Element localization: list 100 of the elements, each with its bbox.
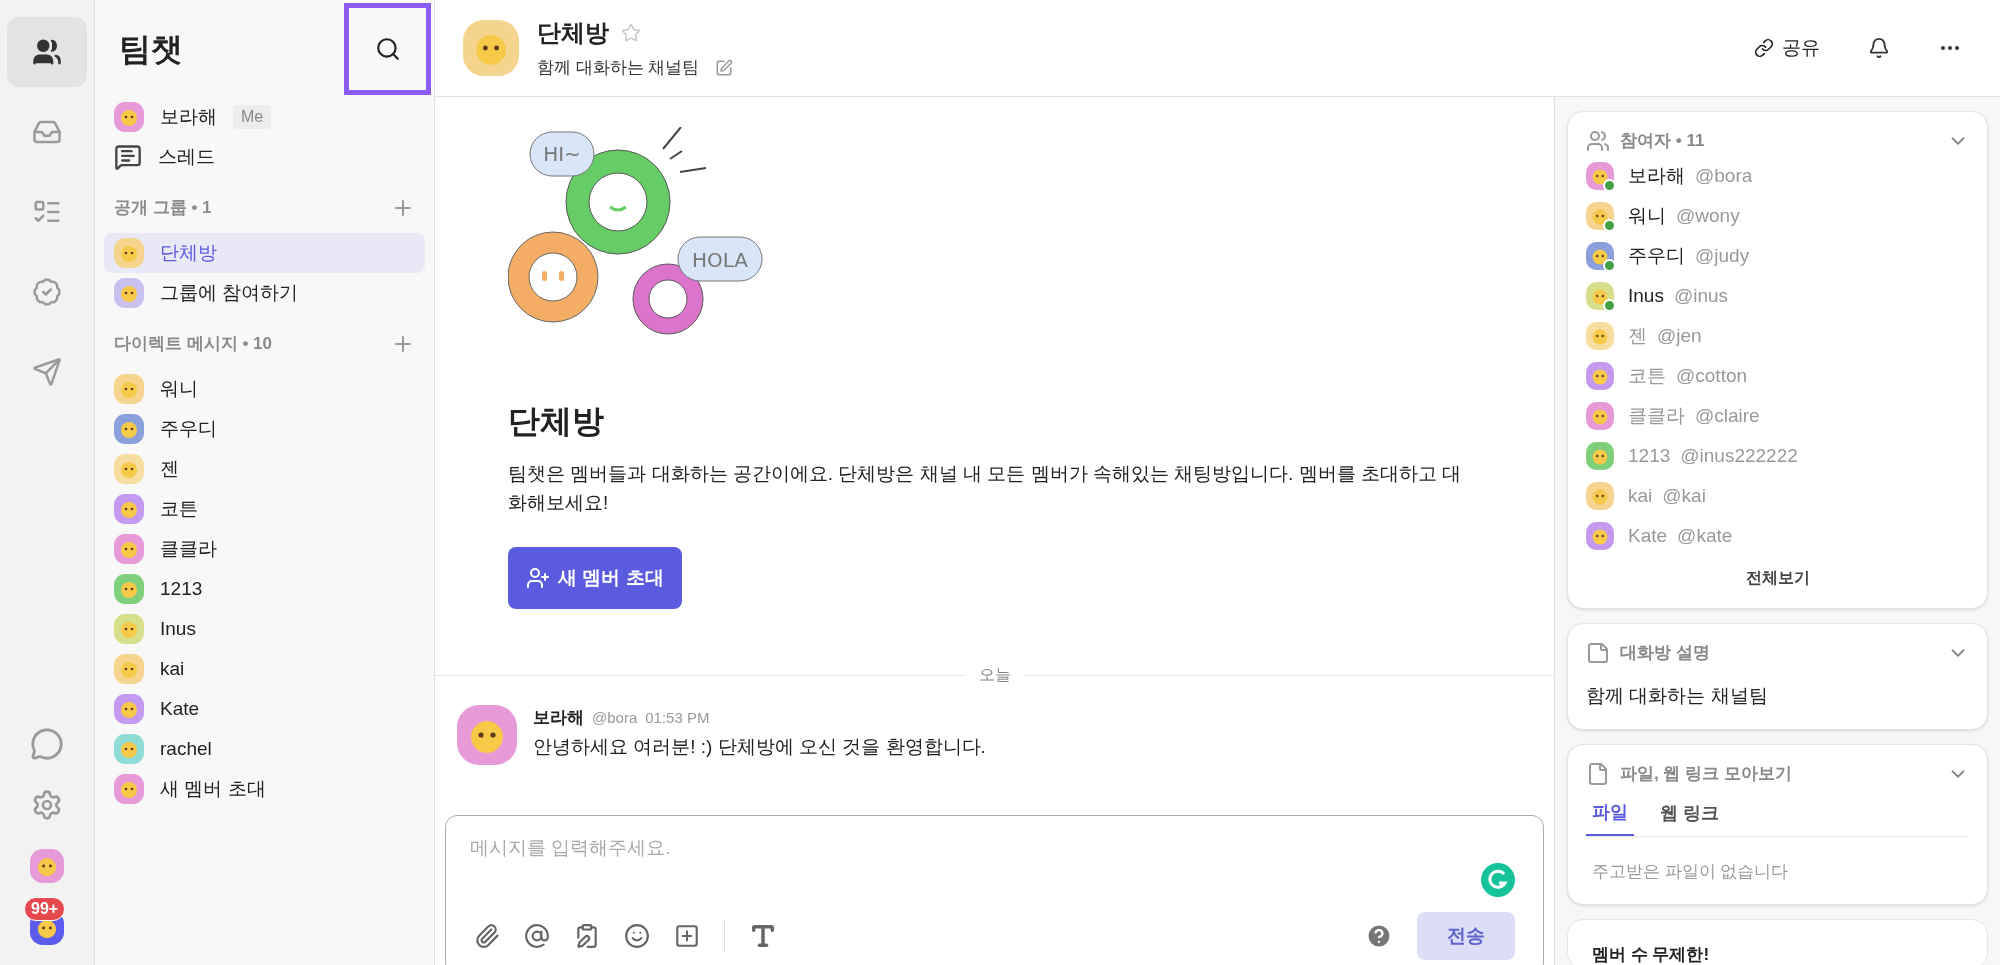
participant-name: 워니: [1628, 203, 1666, 228]
channel-name: 1213: [160, 576, 203, 601]
participant-name: 주우디: [1628, 243, 1685, 268]
me-tag: Me: [233, 105, 272, 129]
channel-item[interactable]: 젠: [104, 449, 425, 489]
channel-title: 단체방: [537, 18, 609, 49]
badge-icon: [32, 277, 62, 307]
participant-handle: @inus222222: [1680, 443, 1798, 468]
note-icon: [1586, 641, 1610, 665]
channel-item[interactable]: kai: [104, 649, 425, 689]
participant-handle: @jen: [1657, 323, 1702, 348]
settings-icon[interactable]: [31, 789, 63, 821]
channel-item[interactable]: 코튼: [104, 489, 425, 529]
rail-tab[interactable]: [7, 17, 87, 87]
participant-handle: @judy: [1695, 243, 1750, 268]
message-text: 안녕하세요 여러분! :) 단체방에 오신 것을 환영합니다.: [533, 734, 986, 759]
channel-name: 단체방: [160, 240, 217, 265]
add-icon[interactable]: [674, 923, 700, 949]
participant-handle: @cotton: [1676, 363, 1748, 388]
channel-item[interactable]: 주우디: [104, 409, 425, 449]
channel-name: Inus: [160, 616, 196, 641]
channel-item[interactable]: 워니: [104, 369, 425, 409]
message-composer[interactable]: 메시지를 입력해주세요. 전송: [445, 815, 1544, 965]
channel-item[interactable]: 1213: [104, 569, 425, 609]
channel-name: 워니: [160, 376, 198, 401]
channel-item[interactable]: 그룹에 참여하기: [104, 273, 425, 313]
channel-name: kai: [160, 656, 185, 681]
participant-handle: @kate: [1677, 523, 1733, 548]
people-icon: [32, 37, 62, 67]
channel-name: 코튼: [160, 496, 198, 521]
channel-item[interactable]: Inus: [104, 609, 425, 649]
user-name[interactable]: 보라해: [160, 102, 217, 132]
invite-button[interactable]: 새 멤버 초대: [508, 547, 682, 609]
note-icon[interactable]: [574, 923, 600, 949]
star-icon[interactable]: [621, 23, 641, 44]
search-button[interactable]: [344, 2, 431, 95]
empty-files-text: 주고받은 파일이 없습니다: [1591, 860, 1790, 883]
grammar-icon: [1481, 862, 1515, 897]
participant-name: kai: [1628, 483, 1653, 508]
section-title: 다이렉트 메시지 • 10: [114, 333, 273, 356]
participant-handle: @kai: [1662, 483, 1706, 508]
message-author: 보라해: [533, 707, 584, 729]
participant-name: 코튼: [1628, 363, 1666, 388]
channel-name: 그룹에 참여하기: [160, 280, 299, 305]
channel-name: 새 멤버 초대: [160, 776, 266, 801]
participant-name: Kate: [1628, 523, 1668, 548]
channel-item[interactable]: 새 멤버 초대: [104, 769, 425, 809]
date-divider: 오늘: [977, 665, 1012, 685]
channel-subtitle: 함께 대화하는 채널팀: [537, 57, 700, 80]
notification-badge: 99+: [24, 897, 66, 921]
attach-icon[interactable]: [474, 923, 500, 949]
participant-name: 젠: [1628, 323, 1647, 348]
sidebar-title: 팀챗: [119, 29, 183, 69]
chat-icon[interactable]: [30, 727, 64, 761]
files-tab[interactable]: 파일: [1586, 798, 1634, 836]
participant-name: 클클라: [1628, 403, 1685, 428]
view-all-link[interactable]: 전체보기: [1745, 566, 1810, 590]
file-icon: [1586, 761, 1610, 786]
card-title: 파일, 웹 링크 모아보기: [1620, 762, 1792, 785]
channel-item[interactable]: Kate: [104, 689, 425, 729]
channel-item[interactable]: 단체방: [104, 233, 425, 273]
edit-icon[interactable]: [715, 59, 734, 77]
send-icon: [32, 357, 62, 387]
thread-icon: [114, 143, 142, 171]
card-title: 대화방 설명: [1620, 642, 1710, 665]
share-button[interactable]: 공유: [1754, 33, 1820, 63]
message-time: 01:53 PM: [645, 708, 710, 728]
people-icon: [1586, 129, 1610, 153]
threads-link[interactable]: 스레드: [158, 142, 215, 172]
participant-handle: @inus: [1673, 283, 1729, 308]
mention-icon[interactable]: [524, 923, 550, 949]
channel-item[interactable]: rachel: [104, 729, 425, 769]
link-icon: [1754, 38, 1774, 58]
message-handle: @bora: [592, 708, 638, 728]
channel-name: Kate: [160, 696, 200, 721]
participant-handle: @claire: [1695, 403, 1760, 428]
search-icon: [374, 35, 401, 62]
card-title: 참여자 • 11: [1620, 130, 1705, 153]
channel-name: 젠: [160, 456, 179, 481]
description-text: 함께 대화하는 채널팀: [1586, 684, 1769, 708]
participant-name: 보라해: [1628, 163, 1685, 188]
participant-handle: @bora: [1695, 163, 1753, 188]
participant-name: 1213: [1628, 443, 1671, 468]
format-icon[interactable]: [749, 922, 777, 950]
help-icon[interactable]: [1365, 922, 1393, 950]
participant-handle: @wony: [1676, 203, 1740, 228]
participant-name: Inus: [1628, 283, 1664, 308]
channel-name: 주우디: [160, 416, 217, 441]
chat-illustration: HI~ HOLA: [508, 127, 778, 357]
emoji-icon[interactable]: [624, 923, 650, 949]
channel-name: 클클라: [160, 536, 217, 561]
channel-name: rachel: [160, 736, 212, 761]
channel-item[interactable]: 클클라: [104, 529, 425, 569]
intro-title: 단체방: [508, 402, 605, 441]
add-user-icon: [526, 566, 550, 590]
promo-title: 멤버 수 무제한!: [1592, 945, 1710, 964]
section-title: 공개 그룹 • 1: [114, 197, 212, 220]
bell-icon[interactable]: [1868, 37, 1890, 59]
intro-text: 팀챗은 멤버들과 대화하는 공간이에요. 단체방은 채널 내 모든 멤버가 속해있는 채팅방입니다. 멤버를 초대하고 대화해보세요!: [508, 462, 1463, 515]
files-tab[interactable]: 웹 링크: [1654, 798, 1725, 836]
